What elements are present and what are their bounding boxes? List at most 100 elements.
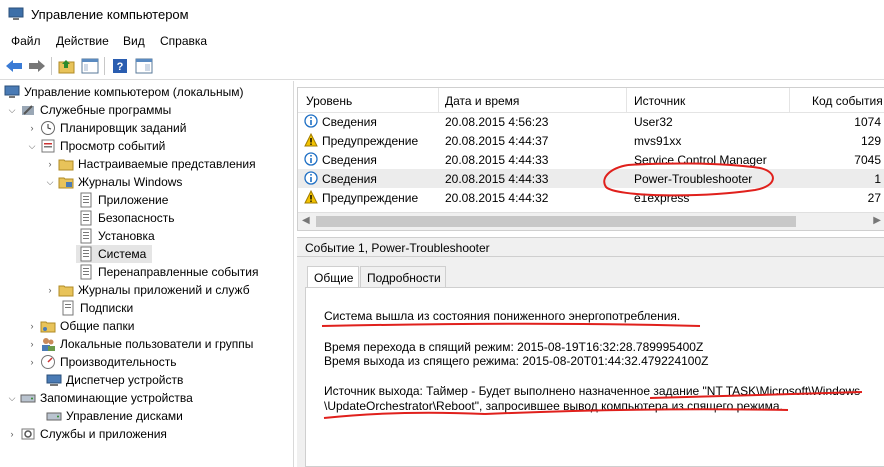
up-level-button[interactable] [57, 56, 77, 76]
chevron-down-icon[interactable]: ⌵ [44, 173, 56, 191]
cell-code: 129 [860, 134, 881, 148]
chevron-down-icon[interactable]: ⌵ [26, 137, 38, 155]
menu-bar: Файл Действие Вид Справка [0, 30, 884, 52]
tree-node-custom-views[interactable]: › Настраиваемые представления [44, 155, 256, 173]
cell-level: Сведения [322, 115, 377, 129]
folder-icon [58, 285, 74, 297]
cell-source: e1express [634, 191, 690, 205]
menu-help[interactable]: Справка [160, 34, 207, 48]
chevron-right-icon[interactable]: › [44, 281, 56, 299]
tree-node-services-applications[interactable]: › Службы и приложения [6, 425, 167, 443]
tree-node-task-scheduler[interactable]: › Планировщик заданий [26, 119, 186, 137]
menu-view[interactable]: Вид [123, 34, 145, 48]
svg-text:?: ? [117, 61, 124, 73]
tree-node-disk-management[interactable]: Управление дисками [44, 407, 183, 425]
tree-node-computer-management[interactable]: Управление компьютером (локальным) [2, 83, 244, 101]
tab-details[interactable]: Подробности [360, 266, 446, 288]
users-icon [42, 338, 55, 351]
show-action-pane-button[interactable] [134, 56, 154, 76]
scroll-right-icon[interactable]: ▶ [873, 215, 881, 226]
tree-node-windows-logs[interactable]: ⌵ Журналы Windows [44, 173, 183, 191]
title-bar: Управление компьютером [0, 0, 884, 30]
scroll-left-icon[interactable]: ◀ [302, 215, 310, 226]
console-tree-icon [81, 58, 99, 74]
tools-icon [22, 105, 34, 115]
action-pane-icon [135, 58, 153, 74]
tree-node-system-log[interactable]: Система [76, 245, 153, 263]
cell-source: User32 [634, 115, 673, 129]
show-hide-tree-button[interactable] [80, 56, 100, 76]
cell-date: 20.08.2015 4:44:37 [445, 134, 549, 148]
chevron-right-icon[interactable]: › [26, 335, 38, 353]
event-description-line: Система вышла из состояния пониженного э… [324, 309, 681, 323]
chevron-right-icon[interactable]: › [26, 317, 38, 335]
shared-folder-icon [40, 321, 56, 333]
cell-source: mvs91xx [634, 134, 682, 148]
cell-source: Power-Troubleshooter [634, 172, 753, 186]
column-level[interactable]: Уровень [306, 94, 352, 108]
column-date[interactable]: Дата и время [445, 94, 519, 108]
table-row[interactable]: Сведения 20.08.2015 4:56:23 User32 1074 [298, 112, 884, 131]
info-icon [304, 152, 318, 166]
event-detail-header: Событие 1, Power-Troubleshooter [297, 237, 884, 257]
cell-date: 20.08.2015 4:44:32 [445, 191, 549, 205]
chevron-down-icon[interactable]: ⌵ [6, 101, 18, 119]
tree-node-application-log[interactable]: Приложение [76, 191, 168, 209]
table-row[interactable]: Сведения 20.08.2015 4:44:33 Service Cont… [298, 150, 884, 169]
chevron-down-icon[interactable]: ⌵ [6, 389, 18, 407]
cell-code: 27 [867, 191, 881, 205]
console-tree: Управление компьютером (локальным) ⌵ Слу… [0, 81, 294, 467]
cell-date: 20.08.2015 4:44:33 [445, 172, 549, 186]
tree-node-performance[interactable]: › Производительность [26, 353, 176, 371]
tree-node-device-manager[interactable]: Диспетчер устройств [44, 371, 183, 389]
back-button[interactable] [4, 56, 24, 76]
performance-icon [41, 355, 55, 369]
table-row[interactable]: Предупреждение 20.08.2015 4:44:37 mvs91x… [298, 131, 884, 150]
tree-node-app-service-logs[interactable]: › Журналы приложений и служб [44, 281, 250, 299]
tree-node-storage[interactable]: ⌵ Запоминающие устройства [6, 389, 193, 407]
warning-icon [304, 190, 318, 204]
cell-code: 1 [874, 172, 881, 186]
tree-node-event-viewer[interactable]: ⌵ Просмотр событий [26, 137, 166, 155]
cell-date: 20.08.2015 4:44:33 [445, 153, 549, 167]
toolbar: ? [0, 52, 884, 80]
menu-file[interactable]: Файл [11, 34, 41, 48]
storage-icon [20, 394, 36, 403]
chevron-right-icon[interactable]: › [26, 119, 38, 137]
list-header: Уровень Дата и время Источник Код событи… [298, 88, 884, 113]
tab-general[interactable]: Общие [307, 266, 359, 288]
column-event-id[interactable]: Код события [812, 94, 883, 108]
tree-node-subscriptions[interactable]: Подписки [58, 299, 133, 317]
table-row-selected[interactable]: Сведения 20.08.2015 4:44:33 Power-Troubl… [298, 169, 884, 188]
cell-code: 1074 [854, 115, 881, 129]
cell-date: 20.08.2015 4:56:23 [445, 115, 549, 129]
scroll-thumb[interactable] [316, 216, 796, 227]
wake-source-line: Источник выхода: Таймер - Будет выполнен… [324, 384, 861, 398]
back-arrow-icon [6, 60, 22, 72]
menu-action[interactable]: Действие [56, 34, 109, 48]
folder-icon [58, 159, 74, 171]
tree-node-setup-log[interactable]: Установка [76, 227, 155, 245]
disk-icon [46, 412, 62, 421]
help-button[interactable]: ? [110, 56, 130, 76]
forward-button[interactable] [27, 56, 47, 76]
help-icon: ? [113, 59, 127, 73]
chevron-right-icon[interactable]: › [26, 353, 38, 371]
chevron-right-icon[interactable]: › [44, 155, 56, 173]
tree-node-forwarded-events[interactable]: Перенаправленные события [76, 263, 258, 281]
tree-node-shared-folders[interactable]: › Общие папки [26, 317, 135, 335]
log-icon [80, 228, 92, 244]
info-icon [304, 171, 318, 185]
cell-level: Предупреждение [322, 191, 419, 205]
column-source[interactable]: Источник [634, 94, 685, 108]
tree-node-local-users[interactable]: › Локальные пользователи и группы [26, 335, 253, 353]
tree-node-system-tools[interactable]: ⌵ Служебные программы [6, 101, 172, 119]
computer-icon [4, 85, 20, 98]
table-row[interactable]: Предупреждение 20.08.2015 4:44:32 e1expr… [298, 188, 884, 207]
chevron-right-icon[interactable]: › [6, 425, 18, 443]
cell-level: Сведения [322, 153, 377, 167]
tree-node-security-log[interactable]: Безопасность [76, 209, 175, 227]
event-detail-title: Событие 1, Power-Troubleshooter [305, 241, 490, 255]
device-manager-icon [46, 374, 62, 386]
horizontal-scrollbar[interactable]: ◀ ▶ [298, 212, 884, 230]
